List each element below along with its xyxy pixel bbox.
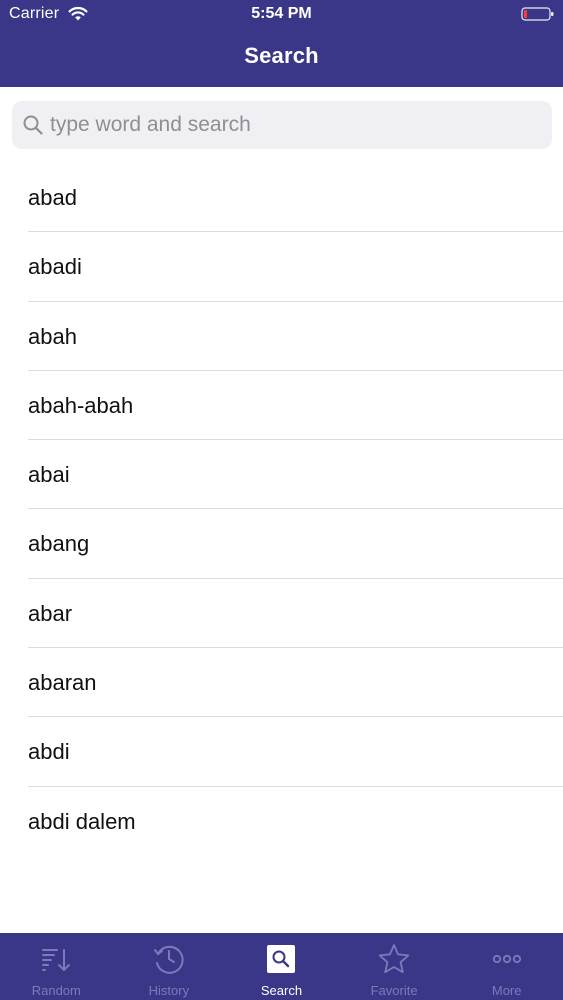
random-sort-icon bbox=[42, 949, 71, 972]
battery-icon bbox=[521, 7, 554, 21]
list-item[interactable]: abar bbox=[0, 579, 563, 649]
top-bar: Carrier 5:54 PM Search bbox=[0, 0, 563, 87]
status-bar: Carrier 5:54 PM bbox=[0, 0, 563, 30]
app-screen: Carrier 5:54 PM Search abad abadi abah a… bbox=[0, 0, 563, 1000]
list-item-label: abad bbox=[28, 185, 77, 210]
list-item-label: abar bbox=[28, 600, 73, 626]
status-time: 5:54 PM bbox=[251, 5, 312, 22]
list-item-label: abdi dalem bbox=[28, 808, 136, 834]
list-item-label: abah-abah bbox=[28, 392, 134, 418]
list-item[interactable]: abadi bbox=[0, 232, 563, 302]
list-item-label: abaran bbox=[28, 670, 97, 696]
tab-label: Random bbox=[31, 983, 81, 998]
list-item[interactable]: abang bbox=[0, 509, 563, 580]
list-item[interactable]: abaran bbox=[0, 648, 563, 718]
tab-label: Favorite bbox=[370, 983, 418, 998]
tab-label: History bbox=[148, 983, 190, 998]
list-item[interactable]: abdi bbox=[0, 717, 563, 787]
more-dots-icon bbox=[492, 954, 521, 964]
list-item-label: abah bbox=[28, 323, 77, 349]
search-bar[interactable] bbox=[12, 101, 552, 149]
search-input[interactable] bbox=[50, 107, 540, 143]
list-item-label: abdi bbox=[28, 739, 70, 765]
list-item-label: abai bbox=[28, 462, 70, 488]
search-icon bbox=[23, 115, 43, 135]
tab-history[interactable]: History bbox=[113, 933, 226, 1000]
tab-random[interactable]: Random bbox=[0, 933, 113, 1000]
list-item[interactable]: abad bbox=[0, 163, 563, 233]
list-item-label: abang bbox=[28, 531, 90, 557]
tab-more[interactable]: More bbox=[450, 933, 563, 1000]
list-item[interactable]: abah bbox=[0, 302, 563, 372]
list-item[interactable]: abdi dalem bbox=[0, 787, 563, 856]
tab-label: More bbox=[491, 983, 522, 998]
history-clock-icon bbox=[153, 945, 184, 974]
list-item-label: abadi bbox=[28, 254, 82, 280]
tab-label: Search bbox=[260, 983, 303, 998]
tab-bar: Random History Search Favorite More bbox=[0, 933, 563, 1000]
tab-search[interactable]: Search bbox=[225, 933, 338, 1000]
tab-favorite[interactable]: Favorite bbox=[338, 933, 451, 1000]
word-list: abad abadi abah abah-abah abai abang aba… bbox=[0, 163, 563, 856]
star-icon bbox=[378, 944, 410, 974]
list-item[interactable]: abah-abah bbox=[0, 371, 563, 441]
list-item[interactable]: abai bbox=[0, 440, 563, 510]
page-title: Search bbox=[244, 43, 319, 68]
search-icon bbox=[267, 945, 296, 973]
